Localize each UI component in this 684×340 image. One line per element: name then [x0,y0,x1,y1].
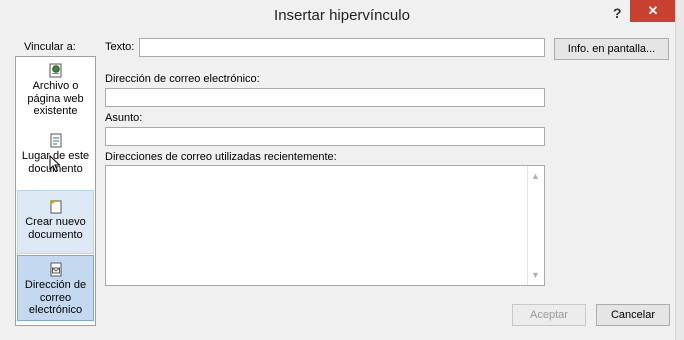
sidebar-item-new-document[interactable]: Crear nuevo documento [17,190,94,254]
mouse-cursor-icon [49,155,61,173]
cancel-button[interactable]: Cancelar [596,304,670,326]
window-border [675,0,684,340]
recent-addresses-list[interactable]: ▲ ▼ [105,165,545,286]
scrollbar[interactable]: ▲ ▼ [527,166,544,285]
text-to-display-label: Texto: [105,41,135,53]
sidebar-item-label: Archivo o [32,80,79,92]
link-type-sidebar: Archivo o página web existente Lugar de … [15,56,96,326]
title-bar: Insertar hipervínculo ? ✕ [0,0,684,30]
scroll-down-icon[interactable]: ▼ [531,270,540,280]
link-to-label: Vincular a: [24,41,76,53]
subject-label: Asunto: [105,112,143,124]
sidebar-item-label: documento [28,228,83,241]
dialog-title: Insertar hipervínculo [274,7,410,24]
web-page-icon [49,63,61,78]
document-place-icon [50,133,61,148]
scroll-up-icon[interactable]: ▲ [531,171,540,181]
sidebar-item-label: existente [33,105,78,117]
sidebar-item-label: electrónico [28,304,83,316]
sidebar-item-label: Crear nuevo [25,216,86,228]
email-address-input[interactable] [105,88,545,107]
sidebar-item-email-address[interactable]: Dirección de correo electrónico [17,255,94,321]
subject-input[interactable] [105,127,545,146]
recent-addresses-label: Direcciones de correo utilizadas recient… [105,151,337,163]
email-address-label: Dirección de correo electrónico: [105,73,260,85]
ok-button[interactable]: Aceptar [512,304,586,326]
sidebar-item-label: página web [27,92,84,105]
sidebar-item-place-in-document[interactable]: Lugar de este documento [17,133,94,189]
email-icon [50,262,61,277]
close-button[interactable]: ✕ [630,0,676,22]
text-to-display-input[interactable] [139,38,545,57]
screentip-button[interactable]: Info. en pantalla... [554,38,669,60]
sidebar-item-existing-file[interactable]: Archivo o página web existente [17,63,94,123]
sidebar-item-label: correo [39,291,72,304]
help-icon[interactable]: ? [613,5,622,21]
sidebar-item-label: Dirección de [24,279,87,291]
new-document-icon [49,199,61,214]
